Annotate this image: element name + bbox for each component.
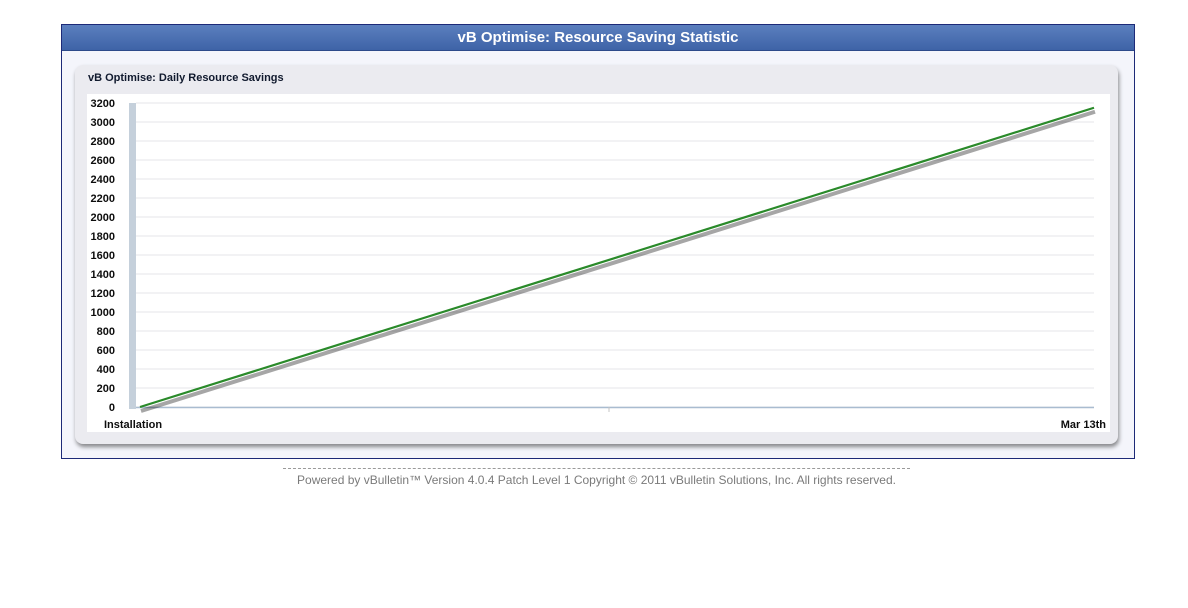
series-line-shadow [140,109,1096,413]
series-line [139,106,1095,409]
y-tick-label: 600 [97,345,115,357]
y-tick-label: 1000 [91,307,115,319]
y-tick-label: 200 [97,383,115,395]
panel-header-title: vB Optimise: Resource Saving Statistic [62,25,1134,51]
statistics-panel: vB Optimise: Resource Saving Statistic v… [61,24,1135,459]
y-tick-label: 1200 [91,288,115,300]
x-tick-label: Installation [104,419,162,431]
chart-plot-area: 0 200 400 600 800 1000 1200 1400 1600 1800 2000 220… [87,94,1110,432]
x-tick-label: Mar 13th [1061,419,1107,431]
y-tick-label: 2200 [91,193,115,205]
y-tick-label: 1800 [91,231,115,243]
footer-copyright: Powered by vBulletin™ Version 4.0.4 Patc… [283,468,910,487]
y-tick-label: 400 [97,364,115,376]
y-tick-label: 2400 [91,174,115,186]
y-tick-label: 0 [109,402,115,414]
chart-title: vB Optimise: Daily Resource Savings [88,72,284,84]
y-tick-label: 3000 [91,117,115,129]
line-chart: 0 200 400 600 800 1000 1200 1400 1600 1800 2000 220… [91,98,1107,431]
chart-container: vB Optimise: Daily Resource Savings 0 200… [75,65,1118,444]
y-tick-label: 1400 [91,269,115,281]
y-tick-label: 800 [97,326,115,338]
y-axis-bar [129,103,136,409]
y-tick-label: 2600 [91,155,115,167]
y-tick-label: 3200 [91,98,115,110]
grid-lines [136,102,1094,408]
y-tick-label: 2800 [91,136,115,148]
y-tick-label: 1600 [91,250,115,262]
y-tick-label: 2000 [91,212,115,224]
series-lines [139,106,1096,413]
